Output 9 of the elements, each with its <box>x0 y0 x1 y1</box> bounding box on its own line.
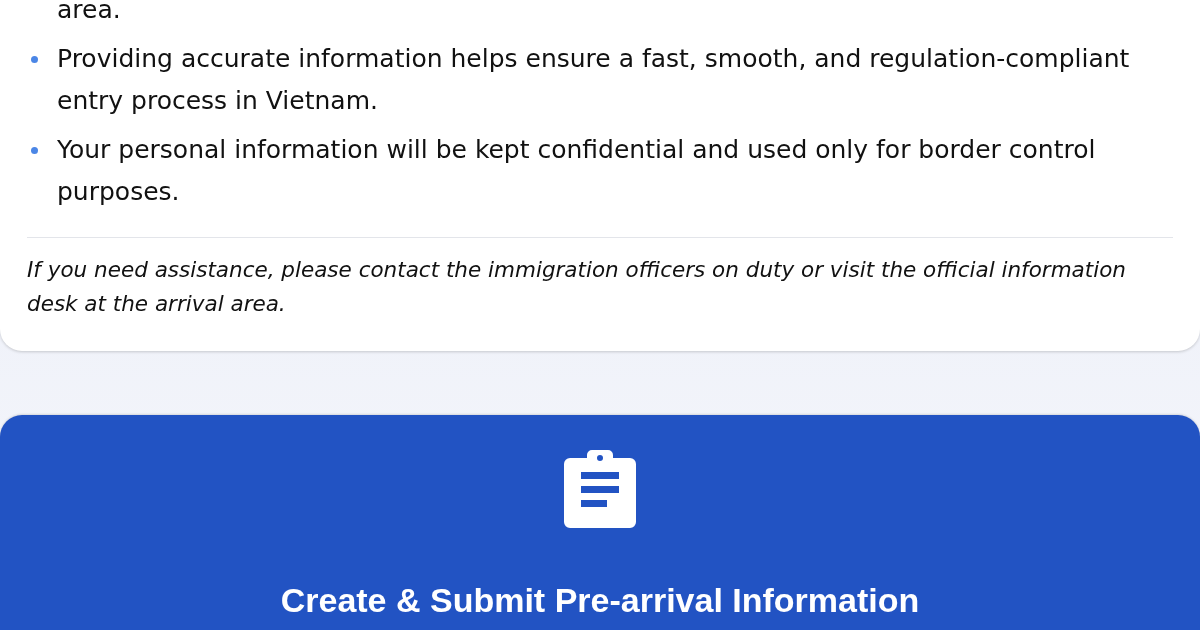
list-item-text: Your personal information will be kept confidential and used only for border control purposes. <box>57 134 1097 208</box>
list-item-text: Providing accurate information helps ensure a fast, smooth, and regulation-compliant entry process in Vietnam. <box>57 43 1131 117</box>
bullet-icon <box>31 146 38 154</box>
list-item-text: area. <box>57 0 122 26</box>
action-card[interactable]: Create & Submit Pre-arrival Information <box>0 415 1200 630</box>
bullet-icon <box>31 55 38 63</box>
card-title: Create & Submit Pre-arrival Information <box>280 580 920 620</box>
clipboard-icon <box>564 450 636 528</box>
help-note: If you need assistance, please contact the immigration officers on duty or visit the official information desk at the arrival area. <box>27 256 1127 318</box>
